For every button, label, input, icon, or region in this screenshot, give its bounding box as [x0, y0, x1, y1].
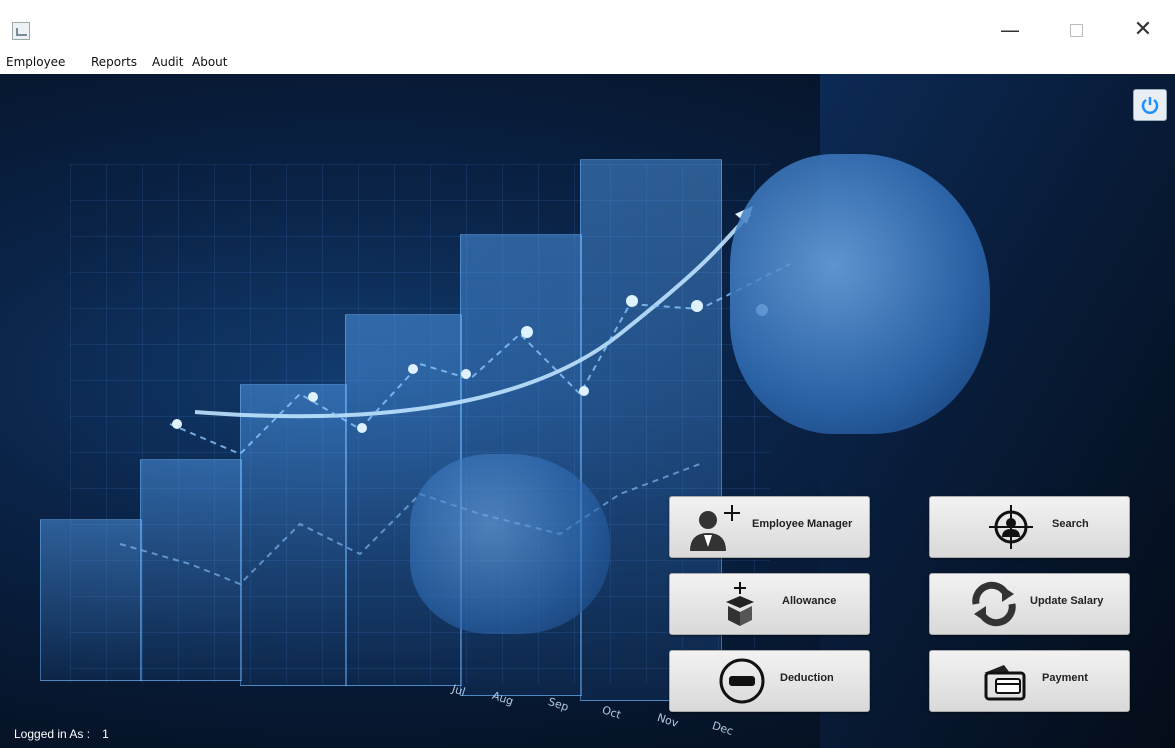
logged-in-label: Logged in As :: [14, 727, 91, 741]
allowance-label: Allowance: [782, 595, 837, 607]
app-icon: [12, 22, 30, 40]
deduction-button[interactable]: Deduction: [669, 650, 870, 712]
menu-audit[interactable]: Audit: [152, 55, 183, 69]
payment-label: Payment: [1042, 672, 1088, 684]
menu-bar: Employee Reports Audit About: [0, 52, 1175, 74]
close-button[interactable]: ✕: [1123, 16, 1163, 44]
crosshair-user-icon: [989, 505, 1033, 549]
maximize-button[interactable]: [1056, 16, 1096, 44]
deduction-label: Deduction: [780, 672, 834, 684]
background-hand: [730, 154, 990, 434]
search-button[interactable]: Search: [929, 496, 1130, 558]
add-user-icon: [690, 505, 740, 551]
add-box-icon: [726, 582, 754, 626]
logged-in-user: 1: [102, 727, 109, 741]
power-button[interactable]: [1133, 89, 1167, 121]
menu-reports[interactable]: Reports: [91, 55, 137, 69]
employee-manager-button[interactable]: Employee Manager: [669, 496, 870, 558]
wallet-card-icon: [984, 665, 1026, 701]
minus-circle-icon: [719, 658, 765, 704]
dashboard-background: Jul Aug Sep Oct Nov Dec Employee Manager…: [0, 74, 1175, 748]
menu-employee[interactable]: Employee: [6, 55, 65, 69]
maximize-icon: [1069, 24, 1083, 37]
menu-about[interactable]: About: [192, 55, 227, 69]
status-bar: Logged in As : 1: [14, 727, 109, 741]
search-label: Search: [1052, 518, 1089, 530]
title-bar: — ✕: [0, 0, 1175, 52]
update-salary-label: Update Salary: [1030, 595, 1104, 607]
power-icon: [1141, 97, 1159, 114]
employee-manager-label: Employee Manager: [752, 518, 853, 530]
payment-button[interactable]: Payment: [929, 650, 1130, 712]
refresh-icon: [972, 581, 1016, 627]
allowance-button[interactable]: Allowance: [669, 573, 870, 635]
update-salary-button[interactable]: Update Salary: [929, 573, 1130, 635]
background-hand: [410, 454, 610, 634]
minimize-button[interactable]: —: [990, 16, 1030, 44]
